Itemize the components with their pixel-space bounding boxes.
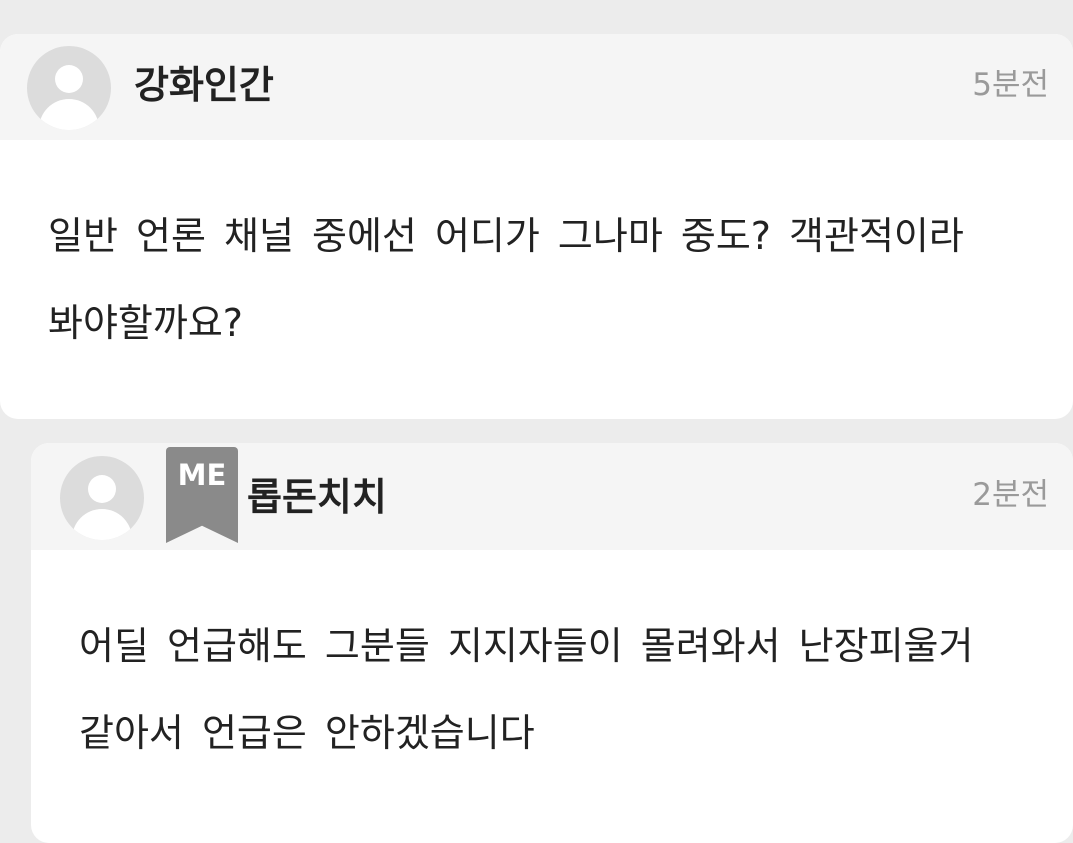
- comment-text-line: 일반 언론 채널 중에선 어디가 그나마 중도? 객관적이라: [48, 214, 964, 258]
- avatar-head: [55, 65, 83, 93]
- comment-text-line: 봐야할까요?: [48, 301, 243, 345]
- reply-header: ME 롭돈치치 2분전: [31, 443, 1073, 550]
- comment-author[interactable]: 강화인간: [134, 66, 274, 104]
- me-badge-label: ME: [177, 458, 227, 492]
- reply-text-line: 어딜 언급해도 그분들 지지자들이 몰려와서 난장피울거: [79, 624, 974, 668]
- user-avatar-icon[interactable]: [60, 456, 144, 540]
- avatar-shoulders: [39, 99, 99, 130]
- bookmark-ribbon-icon: ME: [166, 447, 238, 543]
- avatar-head: [88, 475, 116, 503]
- comment-body: 일반 언론 채널 중에선 어디가 그나마 중도? 객관적이라 봐야할까요?: [48, 193, 1048, 367]
- reply-timestamp: 2분전: [972, 477, 1049, 513]
- avatar-shoulders: [72, 509, 132, 540]
- reply-text-line: 같아서 언급은 안하겠습니다: [79, 711, 535, 755]
- comment-card: 강화인간 5분전 일반 언론 채널 중에선 어디가 그나마 중도? 객관적이라 …: [0, 34, 1073, 419]
- comment-timestamp: 5분전: [972, 67, 1049, 103]
- comment-header: 강화인간 5분전: [0, 34, 1073, 140]
- reply-body: 어딜 언급해도 그분들 지지자들이 몰려와서 난장피울거 같아서 언급은 안하겠…: [79, 603, 1059, 777]
- reply-card: ME 롭돈치치 2분전 어딜 언급해도 그분들 지지자들이 몰려와서 난장피울거…: [31, 443, 1073, 843]
- reply-author[interactable]: 롭돈치치: [247, 478, 387, 516]
- user-avatar-icon[interactable]: [27, 46, 111, 130]
